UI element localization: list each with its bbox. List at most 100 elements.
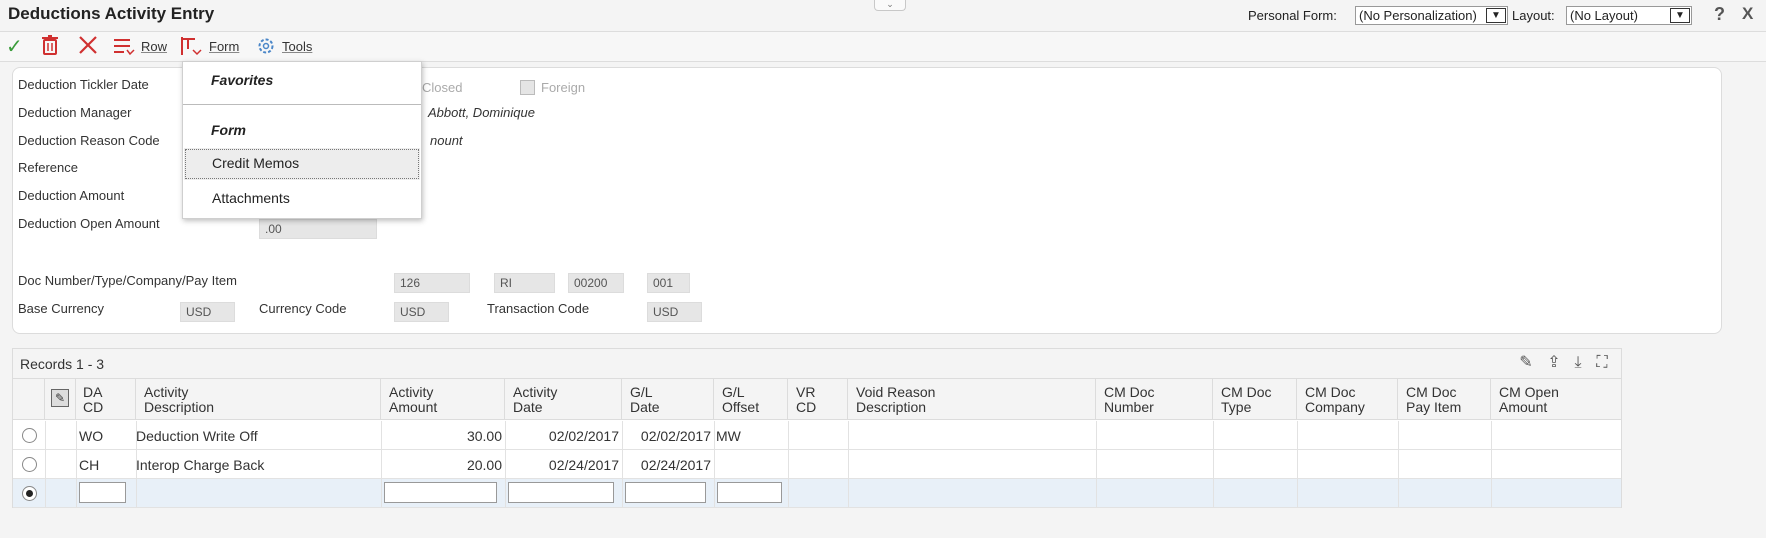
- row-select-radio[interactable]: [22, 457, 37, 472]
- select-column-header: [13, 379, 45, 419]
- header-cm-doc-type[interactable]: CM Doc Type: [1213, 379, 1297, 419]
- header-cm-doc-number-text: CM Doc Number: [1104, 384, 1155, 415]
- header-gl-date[interactable]: G/L Date: [622, 379, 714, 419]
- personal-form-label: Personal Form:: [1248, 8, 1337, 23]
- menu-divider: [183, 104, 421, 105]
- cell-gl-date: 02/02/2017: [640, 428, 711, 444]
- personal-form-select[interactable]: (No Personalization) ▼: [1355, 6, 1508, 25]
- gl-date-input[interactable]: [625, 482, 706, 503]
- table-row[interactable]: CH Interop Charge Back 20.00 02/24/2017 …: [13, 450, 1621, 479]
- header-cm-doc-company[interactable]: CM Doc Company: [1297, 379, 1398, 419]
- export-icon[interactable]: ⇪: [1543, 352, 1565, 374]
- closed-label: Closed: [422, 80, 463, 95]
- cell-activity-description: Deduction Write Off: [136, 428, 258, 444]
- menu-heading-form: Form: [211, 122, 246, 138]
- header-gl-offset[interactable]: G/L Offset: [714, 379, 788, 419]
- layout-label: Layout:: [1512, 8, 1555, 23]
- check-icon[interactable]: ✓: [6, 34, 23, 59]
- cell-activity-date: 02/02/2017: [548, 428, 619, 444]
- header-activity-amount[interactable]: Activity Amount: [381, 379, 505, 419]
- row-select-radio[interactable]: [22, 486, 37, 501]
- help-icon[interactable]: ?: [1714, 4, 1725, 25]
- header-cm-doc-type-text: CM Doc Type: [1221, 384, 1272, 415]
- maximize-grid-icon[interactable]: ⛶: [1591, 352, 1613, 374]
- menu-item-credit-memos[interactable]: Credit Memos: [184, 148, 420, 180]
- open-amount-field: .00: [259, 219, 377, 239]
- trash-icon[interactable]: [42, 35, 58, 61]
- base-currency-field: USD: [180, 302, 235, 322]
- currency-code-label: Currency Code: [259, 301, 347, 316]
- tickler-date-label: Deduction Tickler Date: [18, 77, 149, 92]
- header-void-reason[interactable]: Void Reason Description: [848, 379, 1096, 419]
- doc-number-label: Doc Number/Type/Company/Pay Item: [18, 273, 237, 288]
- reason-code-description: nount: [430, 133, 463, 148]
- da-cd-input[interactable]: [79, 482, 126, 503]
- activity-date-input[interactable]: [508, 482, 614, 503]
- gear-icon[interactable]: [256, 36, 276, 62]
- header-cm-open-amount[interactable]: CM Open Amount: [1491, 379, 1621, 419]
- row-edit-icon[interactable]: ✎: [51, 389, 69, 407]
- row-tools-column-header: ✎: [45, 379, 76, 419]
- grid-header: ✎ DA CD Activity Description Activity Am…: [13, 378, 1621, 420]
- activity-amount-input[interactable]: [384, 482, 497, 503]
- close-icon[interactable]: [78, 35, 98, 61]
- header-cm-doc-pay-item-text: CM Doc Pay Item: [1406, 384, 1462, 415]
- cell-activity-date: 02/24/2017: [548, 457, 619, 473]
- base-currency-label: Base Currency: [18, 301, 104, 316]
- gl-offset-input[interactable]: [717, 482, 782, 503]
- close-form-icon[interactable]: X: [1742, 4, 1753, 24]
- new-entry-row[interactable]: [13, 479, 1621, 508]
- cell-da-cd: CH: [79, 457, 100, 473]
- table-row[interactable]: WO Deduction Write Off 30.00 02/02/2017 …: [13, 421, 1621, 450]
- row-menu[interactable]: Row: [141, 39, 167, 54]
- currency-code-field: USD: [394, 302, 449, 322]
- menu-item-attachments[interactable]: Attachments: [184, 183, 420, 215]
- cell-activity-amount: 20.00: [466, 457, 502, 473]
- foreign-label: Foreign: [541, 80, 586, 95]
- row-menu-icon[interactable]: [114, 38, 136, 62]
- header-cm-doc-pay-item[interactable]: CM Doc Pay Item: [1398, 379, 1491, 419]
- customize-grid-icon[interactable]: ✎: [1515, 352, 1537, 374]
- form-menu-icon[interactable]: [181, 37, 203, 63]
- open-amount-label: Deduction Open Amount: [18, 216, 160, 231]
- header-vr-cd-text: VR CD: [796, 384, 817, 415]
- reason-code-label: Deduction Reason Code: [18, 133, 160, 148]
- form-menu[interactable]: Form: [209, 39, 239, 54]
- chevron-down-icon: ▼: [1486, 8, 1506, 23]
- header-activity-date[interactable]: Activity Date: [505, 379, 622, 419]
- grid-toolbar: Records 1 - 3 ✎ ⇪ ⤓ ⛶: [13, 349, 1621, 378]
- records-count: Records 1 - 3: [20, 356, 105, 372]
- layout-value: (No Layout): [1570, 8, 1638, 23]
- cell-activity-amount: 30.00: [466, 428, 502, 444]
- cell-gl-date: 02/24/2017: [640, 457, 711, 473]
- cell-activity-description: Interop Charge Back: [136, 457, 265, 473]
- foreign-checkbox[interactable]: [520, 80, 535, 95]
- page-title: Deductions Activity Entry: [8, 4, 215, 23]
- layout-select[interactable]: (No Layout) ▼: [1566, 6, 1692, 25]
- header-cm-doc-company-text: CM Doc Company: [1305, 384, 1365, 415]
- header-da-cd[interactable]: DA CD: [76, 379, 136, 419]
- header-activity-description[interactable]: Activity Description: [136, 379, 381, 419]
- import-icon[interactable]: ⤓: [1567, 352, 1589, 374]
- header-gl-date-text: G/L Date: [630, 384, 660, 415]
- header-gl-offset-text: G/L Offset: [722, 384, 760, 415]
- personal-form-value: (No Personalization): [1359, 8, 1477, 23]
- collapse-header-icon[interactable]: ⌄: [874, 0, 906, 11]
- row-select-radio[interactable]: [22, 428, 37, 443]
- tools-menu[interactable]: Tools: [282, 39, 312, 54]
- header-da-cd-text: DA CD: [83, 384, 104, 415]
- chevron-down-icon: ▼: [1670, 8, 1690, 23]
- reference-label: Reference: [18, 160, 78, 175]
- amount-label: Deduction Amount: [18, 188, 125, 203]
- transaction-code-field: USD: [647, 302, 702, 322]
- menu-heading-favorites: Favorites: [211, 72, 274, 88]
- header-vr-cd[interactable]: VR CD: [788, 379, 848, 419]
- header-void-reason-text: Void Reason Description: [856, 384, 936, 415]
- toolbar: ✓ Row Form Tools: [0, 31, 1766, 62]
- header-activity-description-text: Activity Description: [144, 384, 215, 415]
- header-cm-open-amount-text: CM Open Amount: [1499, 384, 1559, 415]
- manager-label: Deduction Manager: [18, 105, 132, 120]
- header-cm-doc-number[interactable]: CM Doc Number: [1096, 379, 1213, 419]
- activity-grid: Records 1 - 3 ✎ ⇪ ⤓ ⛶ ✎ DA CD Activity D…: [12, 348, 1622, 508]
- cell-gl-offset: MW: [716, 428, 741, 444]
